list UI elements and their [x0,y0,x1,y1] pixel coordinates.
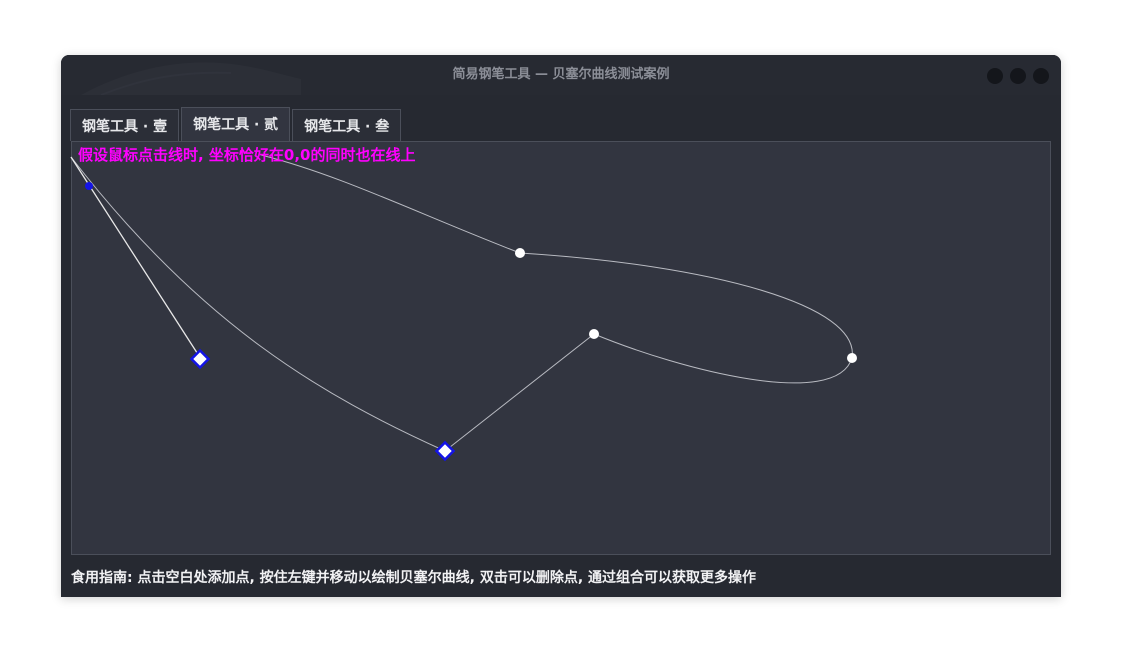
bezier-curve-segment-3[interactable] [519,252,853,384]
bezier-curve-segment-2[interactable] [444,333,595,452]
control-point[interactable] [589,329,599,339]
control-point[interactable] [515,248,525,258]
usage-guide: 食用指南: 点击空白处添加点, 按住左键并移动以绘制贝塞尔曲线, 双击可以删除点… [71,570,757,586]
control-point[interactable] [847,353,857,363]
bezier-curve-segment-4[interactable] [260,154,521,254]
selected-anchor-point[interactable] [434,440,456,462]
app-window: 简易钢笔工具 — 贝塞尔曲线测试案例 钢笔工具 · 壹 钢笔工具 · 贰 钢笔工… [61,55,1061,597]
bezier-drawing [70,154,857,462]
bezier-curve-segment-1[interactable] [70,156,446,452]
origin-point[interactable] [85,182,93,190]
selected-anchor-handle[interactable] [189,348,211,370]
canvas-overlay-text: 假设鼠标点击线时, 坐标恰好在0,0的同时也在线上 [78,146,416,164]
